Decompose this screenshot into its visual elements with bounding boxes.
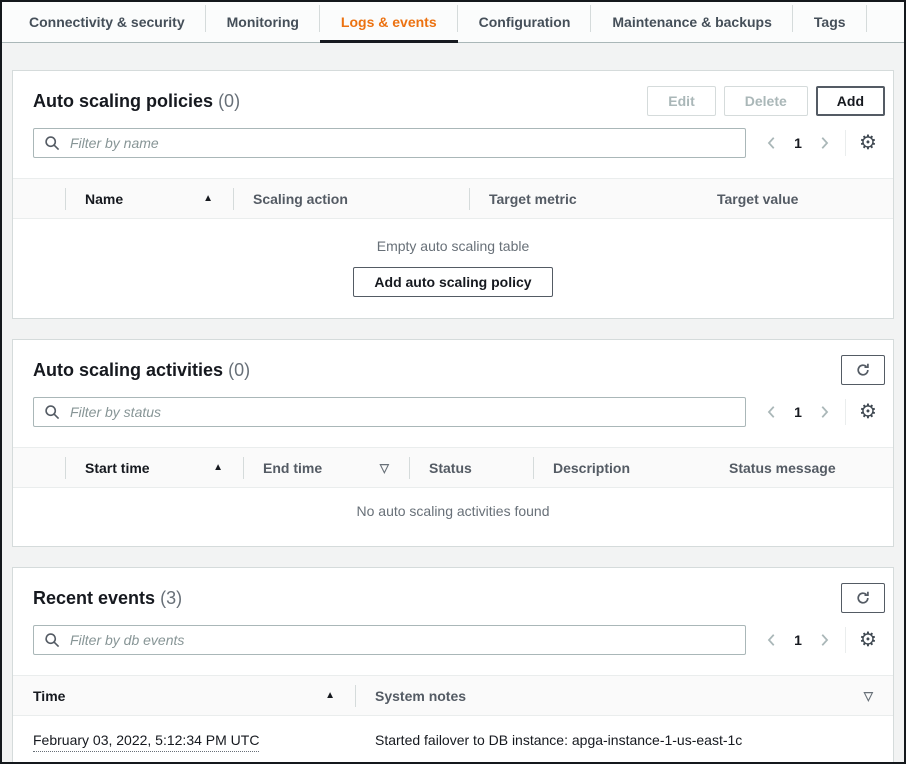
events-filter-input[interactable] (33, 625, 746, 655)
event-time-cell: February 03, 2022, 5:12:34 PM UTC (13, 716, 355, 764)
column-header-description[interactable]: Description (533, 448, 709, 488)
column-header-target-value[interactable]: Target value (697, 179, 893, 219)
panel-title: Recent events (3) (33, 588, 182, 609)
column-header-end-time[interactable]: End time ▽ (243, 448, 409, 488)
column-header-status-message[interactable]: Status message (709, 448, 893, 488)
edit-button[interactable]: Edit (647, 86, 715, 116)
column-label: Description (553, 460, 630, 476)
panel-count: (3) (160, 588, 182, 608)
panel-count: (0) (228, 360, 250, 380)
column-label: Target value (717, 191, 798, 207)
add-auto-scaling-policy-button[interactable]: Add auto scaling policy (353, 267, 552, 297)
previous-page-button[interactable] (758, 128, 786, 158)
recent-events-panel: Recent events (3) (12, 567, 894, 764)
selection-column-header (13, 448, 65, 488)
panel-count: (0) (218, 91, 240, 111)
selection-column-header (13, 179, 65, 219)
sort-ascending-icon: ▲ (203, 193, 213, 204)
tab-bar: Connectivity & security Monitoring Logs … (2, 2, 904, 43)
activities-pagination: 1 ⚙ (758, 397, 883, 427)
column-label: Time (33, 688, 65, 704)
column-label: End time (263, 460, 322, 476)
events-pagination: 1 ⚙ (758, 625, 883, 655)
auto-scaling-activities-panel: Auto scaling activities (0) (12, 339, 894, 547)
policies-empty-state: Empty auto scaling table Add auto scalin… (13, 219, 893, 318)
panel-title-text: Auto scaling activities (33, 360, 223, 380)
column-header-name[interactable]: Name ▲ (65, 179, 233, 219)
column-header-status[interactable]: Status (409, 448, 533, 488)
panel-title: Auto scaling activities (0) (33, 360, 250, 381)
tab-connectivity-security[interactable]: Connectivity & security (8, 2, 206, 42)
column-label: Start time (85, 460, 150, 476)
sort-descending-icon: ▽ (864, 689, 873, 703)
panel-title: Auto scaling policies (0) (33, 91, 240, 112)
divider (845, 399, 846, 425)
column-header-system-notes[interactable]: System notes ▽ (355, 676, 893, 716)
settings-gear-icon[interactable]: ⚙ (853, 128, 883, 158)
column-header-time[interactable]: Time ▲ (13, 676, 355, 716)
sort-ascending-icon: ▲ (325, 690, 335, 701)
column-header-scaling-action[interactable]: Scaling action (233, 179, 469, 219)
settings-gear-icon[interactable]: ⚙ (853, 397, 883, 427)
tab-monitoring[interactable]: Monitoring (206, 2, 320, 42)
policies-filter-input[interactable] (33, 128, 746, 158)
delete-button[interactable]: Delete (724, 86, 808, 116)
next-page-button[interactable] (810, 625, 838, 655)
column-label: Scaling action (253, 191, 348, 207)
activities-filter (33, 397, 746, 427)
tab-logs-events[interactable]: Logs & events (320, 2, 458, 42)
auto-scaling-policies-panel: Auto scaling policies (0) Edit Delete Ad… (12, 70, 894, 319)
panel-title-text: Recent events (33, 588, 155, 608)
column-label: Status message (729, 460, 836, 476)
refresh-icon (855, 590, 871, 606)
next-page-button[interactable] (810, 397, 838, 427)
tab-content: Auto scaling policies (0) Edit Delete Ad… (2, 43, 904, 764)
activities-empty-state: No auto scaling activities found (13, 488, 893, 546)
refresh-icon (855, 362, 871, 378)
event-note-cell: Started failover to DB instance: apga-in… (355, 716, 893, 764)
policies-table: Name ▲ Scaling action Target metric Targ… (13, 178, 893, 219)
tab-configuration[interactable]: Configuration (458, 2, 592, 42)
next-page-button[interactable] (810, 128, 838, 158)
column-header-target-metric[interactable]: Target metric (469, 179, 697, 219)
activities-table: Start time ▲ End time ▽ Status (13, 447, 893, 488)
sort-ascending-icon: ▲ (213, 462, 223, 473)
current-page-number: 1 (786, 632, 810, 648)
current-page-number: 1 (786, 404, 810, 420)
previous-page-button[interactable] (758, 625, 786, 655)
panel-title-text: Auto scaling policies (33, 91, 213, 111)
sort-descending-icon: ▽ (380, 461, 389, 475)
events-filter (33, 625, 746, 655)
settings-gear-icon[interactable]: ⚙ (853, 625, 883, 655)
column-label: Target metric (489, 191, 577, 207)
previous-page-button[interactable] (758, 397, 786, 427)
current-page-number: 1 (786, 135, 810, 151)
tab-maintenance-backups[interactable]: Maintenance & backups (591, 2, 793, 42)
policies-filter (33, 128, 746, 158)
column-label: Name (85, 191, 123, 207)
refresh-button[interactable] (841, 583, 885, 613)
refresh-button[interactable] (841, 355, 885, 385)
divider (845, 130, 846, 156)
policies-pagination: 1 ⚙ (758, 128, 883, 158)
column-header-start-time[interactable]: Start time ▲ (65, 448, 243, 488)
empty-state-message: Empty auto scaling table (13, 238, 893, 254)
column-label: System notes (375, 688, 466, 704)
events-table: Time ▲ System notes ▽ (13, 675, 893, 764)
rds-logs-events-page: Connectivity & security Monitoring Logs … (0, 0, 906, 764)
event-row: February 03, 2022, 5:12:34 PM UTC Starte… (13, 716, 893, 764)
add-button[interactable]: Add (816, 86, 885, 116)
event-timestamp[interactable]: February 03, 2022, 5:12:34 PM UTC (33, 732, 259, 752)
activities-filter-input[interactable] (33, 397, 746, 427)
divider (845, 627, 846, 653)
column-label: Status (429, 460, 472, 476)
tab-tags[interactable]: Tags (793, 2, 867, 42)
